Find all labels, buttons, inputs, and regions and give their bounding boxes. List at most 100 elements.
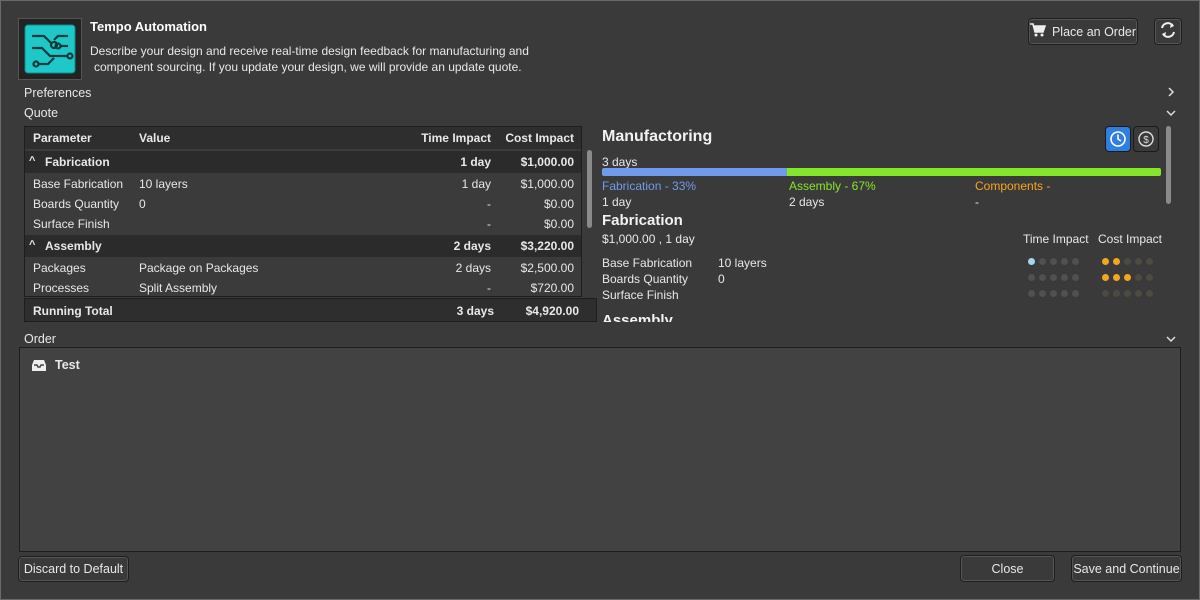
col-cost-impact[interactable]: Cost Impact (505, 131, 574, 145)
app-description: Describe your design and receive real-ti… (90, 43, 550, 75)
row-param: Processes (33, 281, 90, 295)
quote-table: Parameter Value Time Impact Cost Impact … (24, 126, 582, 297)
row-value: Split Assembly (139, 281, 218, 295)
description-line-2: component sourcing. If you update your d… (94, 60, 522, 74)
time-impact-dots (1028, 290, 1079, 297)
col-parameter[interactable]: Parameter (33, 131, 92, 145)
order-panel: Test (19, 347, 1181, 552)
group-name: Fabrication (45, 155, 110, 169)
order-header[interactable]: Order (24, 332, 56, 346)
group-name: Assembly (45, 239, 102, 253)
legend-fabrication-days: 1 day (602, 195, 632, 209)
row-cost: $1,000.00 (520, 177, 574, 191)
app-title: Tempo Automation (90, 19, 207, 34)
time-impact-label: Time Impact (1023, 232, 1089, 246)
row-param: Base Fabrication (33, 177, 124, 191)
manufacturing-progress-bar (602, 168, 1161, 176)
col-value[interactable]: Value (139, 131, 170, 145)
impact-dot (1072, 258, 1079, 265)
discard-button[interactable]: Discard to Default (18, 556, 129, 582)
legend-components-days: - (975, 195, 979, 209)
collapse-caret-icon[interactable]: ^ (29, 155, 35, 167)
order-item[interactable]: Test (31, 358, 80, 372)
quote-table-scrollbar[interactable] (587, 150, 592, 228)
impact-dot (1039, 290, 1046, 297)
fabrication-summary: $1,000.00 , 1 day (602, 232, 695, 246)
param-name: Boards Quantity (602, 272, 689, 286)
chevron-down-icon[interactable] (1166, 334, 1176, 344)
group-row-fabrication[interactable]: ^ Fabrication 1 day $1,000.00 (25, 151, 581, 173)
table-row[interactable]: Base Fabrication 10 layers 1 day $1,000.… (25, 174, 581, 194)
row-cost: $720.00 (530, 281, 574, 295)
save-button[interactable]: Save and Continue (1071, 555, 1182, 582)
chevron-down-icon[interactable] (1166, 108, 1176, 118)
impact-dot (1050, 274, 1057, 281)
place-order-button[interactable]: Place an Order (1028, 18, 1138, 45)
chevron-right-icon[interactable] (1166, 87, 1176, 97)
param-value: 10 layers (718, 256, 767, 270)
impact-dot (1146, 258, 1153, 265)
total-days: 3 days (602, 155, 638, 169)
impact-dot (1102, 274, 1109, 281)
group-time: 2 days (453, 239, 491, 253)
row-cost: $0.00 (543, 197, 574, 211)
group-cost: $1,000.00 (520, 155, 574, 169)
place-order-label: Place an Order (1051, 24, 1137, 39)
impact-dot (1061, 258, 1068, 265)
legend-assembly-days: 2 days (789, 195, 825, 209)
group-cost: $3,220.00 (520, 239, 574, 253)
time-impact-dots (1028, 258, 1079, 265)
assembly-segment (787, 168, 1161, 176)
preferences-header[interactable]: Preferences (24, 86, 91, 100)
legend-assembly: Assembly - 67% (789, 179, 876, 193)
group-row-assembly[interactable]: ^ Assembly 2 days $3,220.00 (25, 235, 581, 257)
table-row[interactable]: Packages Package on Packages 2 days $2,5… (25, 258, 581, 278)
row-param: Boards Quantity (33, 197, 120, 211)
param-name: Surface Finish (602, 288, 679, 302)
assembly-title: Assembly (602, 312, 673, 322)
row-value: 10 layers (139, 177, 188, 191)
row-cost: $0.00 (543, 217, 574, 231)
time-impact-dots (1028, 274, 1079, 281)
fabrication-title: Fabrication (602, 212, 683, 229)
impact-dot (1113, 258, 1120, 265)
swap-button[interactable] (1154, 18, 1182, 45)
swap-arrows-icon (1159, 22, 1177, 41)
row-time: - (487, 197, 491, 211)
table-row[interactable]: Boards Quantity 0 - $0.00 (25, 194, 581, 214)
impact-dot (1102, 258, 1109, 265)
row-param: Packages (33, 261, 86, 275)
impact-dot (1124, 274, 1131, 281)
row-param: Surface Finish (33, 217, 110, 231)
row-time: 2 days (455, 261, 491, 275)
time-view-toggle[interactable] (1105, 126, 1131, 152)
impact-dot (1135, 274, 1142, 281)
quote-header[interactable]: Quote (24, 106, 58, 120)
table-row[interactable]: Processes Split Assembly - $720.00 (25, 278, 581, 296)
row-time: - (487, 281, 491, 295)
table-header: Parameter Value Time Impact Cost Impact (25, 127, 581, 149)
svg-text:$: $ (1143, 135, 1149, 146)
impact-dot (1072, 290, 1079, 297)
running-total-cost: $4,920.00 (525, 304, 579, 318)
cost-view-toggle[interactable]: $ (1133, 126, 1159, 152)
col-time-impact[interactable]: Time Impact (421, 131, 491, 145)
impact-dot (1061, 274, 1068, 281)
cost-impact-dots (1102, 290, 1153, 297)
impact-dot (1028, 290, 1035, 297)
impact-dot (1102, 290, 1109, 297)
cost-impact-label: Cost Impact (1098, 232, 1163, 246)
impact-dot (1061, 290, 1068, 297)
impact-dot (1124, 258, 1131, 265)
row-value: 0 (139, 197, 146, 211)
table-row[interactable]: Surface Finish - $0.00 (25, 214, 581, 234)
row-time: - (487, 217, 491, 231)
close-button[interactable]: Close (960, 555, 1055, 582)
impact-dot (1028, 258, 1035, 265)
impact-dot (1113, 290, 1120, 297)
impact-dot (1050, 258, 1057, 265)
impact-dot (1113, 274, 1120, 281)
manufacturing-scrollbar[interactable] (1166, 126, 1171, 204)
impact-dot (1039, 274, 1046, 281)
collapse-caret-icon[interactable]: ^ (29, 239, 35, 251)
